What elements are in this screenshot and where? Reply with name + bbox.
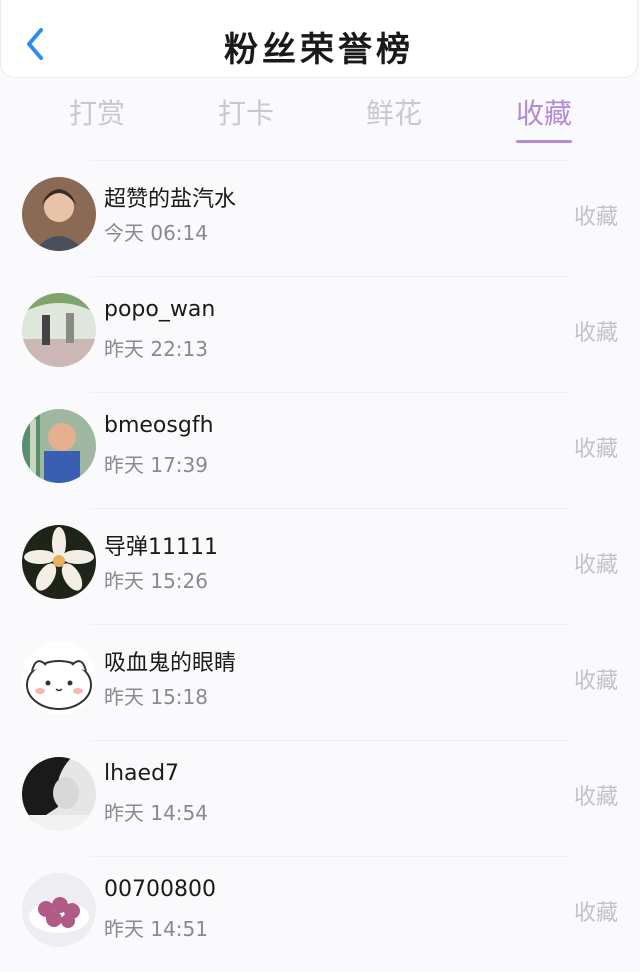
user-name: popo_wan [104, 297, 216, 322]
timestamp: 昨天 14:54 [104, 801, 208, 825]
avatar [22, 641, 96, 715]
user-name: 00700800 [104, 877, 216, 902]
user-name: 超赞的盐汽水 [104, 187, 237, 212]
user-name: bmeosgfh [104, 413, 214, 438]
avatar [22, 409, 96, 483]
timestamp: 昨天 15:26 [104, 569, 208, 593]
tab-reward[interactable]: 打赏 [47, 92, 147, 132]
list-item[interactable]: bmeosgfh 昨天 17:39 收藏 [22, 392, 618, 508]
timestamp: 昨天 17:39 [104, 453, 208, 477]
avatar [22, 525, 96, 599]
user-name: lhaed7 [104, 761, 180, 786]
favorite-label: 收藏 [573, 205, 618, 230]
list-item[interactable]: lhaed7 昨天 14:54 收藏 [22, 740, 618, 856]
fan-list: 超赞的盐汽水 今天 06:14 收藏 popo_wan 昨天 22:13 收藏 … [0, 160, 640, 972]
timestamp: 昨天 22:13 [104, 337, 208, 361]
favorite-label: 收藏 [573, 785, 618, 810]
timestamp: 昨天 14:51 [104, 917, 208, 941]
avatar [22, 293, 96, 367]
favorite-label: 收藏 [573, 321, 618, 346]
page-title: 粉丝荣誉榜 [224, 30, 414, 70]
tab-checkin[interactable]: 打卡 [196, 92, 296, 132]
favorite-label: 收藏 [573, 553, 618, 578]
favorite-label: 收藏 [573, 901, 618, 926]
list-item[interactable]: 吸血鬼的眼睛 昨天 15:18 收藏 [22, 624, 618, 740]
favorite-label: 收藏 [573, 669, 618, 694]
active-tab-indicator [516, 140, 572, 143]
list-item[interactable]: 超赞的盐汽水 今天 06:14 收藏 [22, 160, 618, 276]
tab-bar: 打赏 打卡 鲜花 收藏 [0, 86, 640, 146]
favorite-label: 收藏 [573, 437, 618, 462]
timestamp: 昨天 15:18 [104, 685, 208, 709]
user-name: 吸血鬼的眼睛 [104, 651, 237, 676]
avatar [22, 757, 96, 831]
user-name: 导弹11111 [104, 535, 218, 560]
avatar [22, 873, 96, 947]
avatar [22, 177, 96, 251]
tab-flowers[interactable]: 鲜花 [344, 92, 444, 132]
list-item[interactable]: popo_wan 昨天 22:13 收藏 [22, 276, 618, 392]
list-item[interactable]: 导弹11111 昨天 15:26 收藏 [22, 508, 618, 624]
top-bar: 粉丝荣誉榜 [0, 0, 638, 78]
list-item[interactable]: 00700800 昨天 14:51 收藏 [22, 856, 618, 972]
timestamp: 今天 06:14 [104, 221, 208, 245]
tab-favorites[interactable]: 收藏 [494, 92, 594, 132]
